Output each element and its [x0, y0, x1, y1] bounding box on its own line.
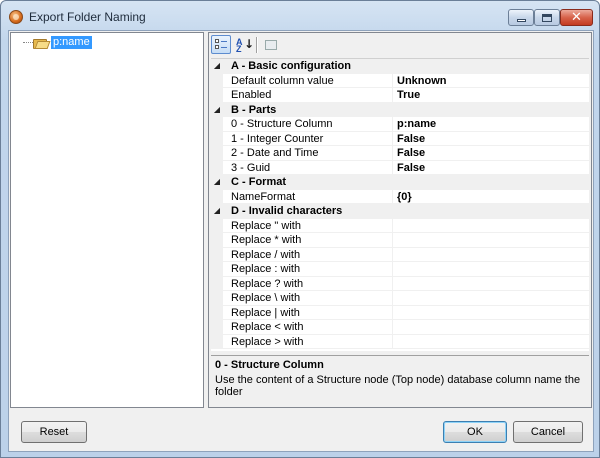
- collapse-icon[interactable]: ◢: [211, 175, 223, 190]
- property-row[interactable]: Replace : with: [211, 262, 589, 277]
- category-row[interactable]: ◢ D - Invalid characters: [211, 204, 589, 219]
- collapse-icon[interactable]: ◢: [211, 103, 223, 118]
- category-row[interactable]: ◢ C - Format: [211, 175, 589, 190]
- category-row[interactable]: ◢ B - Parts: [211, 102, 589, 118]
- collapse-icon[interactable]: ◢: [211, 59, 223, 74]
- property-value[interactable]: [393, 233, 589, 248]
- property-value[interactable]: [393, 335, 589, 349]
- reset-button[interactable]: Reset: [21, 421, 87, 443]
- property-row[interactable]: 0 - Structure Column p:name: [211, 117, 589, 132]
- property-row[interactable]: Enabled True: [211, 88, 589, 103]
- property-row[interactable]: Replace | with: [211, 305, 589, 320]
- maximize-button[interactable]: [534, 9, 560, 26]
- property-value[interactable]: [393, 248, 589, 262]
- alphabetical-sort-icon: A Z ↓: [236, 36, 255, 54]
- property-name: Replace < with: [223, 320, 393, 335]
- category-label: C - Format: [231, 176, 286, 188]
- property-name: Replace ? with: [223, 276, 393, 291]
- structure-tree[interactable]: p:name: [10, 32, 204, 408]
- property-pages-button[interactable]: [261, 35, 281, 54]
- property-value[interactable]: True: [393, 88, 589, 103]
- tree-connector-line: [23, 42, 33, 43]
- property-value[interactable]: False: [393, 146, 589, 161]
- category-label: D - Invalid characters: [231, 205, 343, 217]
- property-row[interactable]: Replace ? with: [211, 276, 589, 291]
- category-label: A - Basic configuration: [231, 60, 351, 72]
- dialog-window: Export Folder Naming ✕ p:name A Z ↓ ◢ A …: [0, 0, 600, 458]
- minimize-icon: [516, 18, 526, 22]
- property-row[interactable]: 2 - Date and Time False: [211, 146, 589, 161]
- close-icon: ✕: [571, 10, 582, 25]
- property-row[interactable]: Default column value Unknown: [211, 73, 589, 88]
- category-row[interactable]: ◢ A - Basic configuration: [211, 59, 589, 74]
- collapse-icon[interactable]: ◢: [211, 204, 223, 219]
- property-name: Replace * with: [223, 233, 393, 248]
- property-row[interactable]: Replace \ with: [211, 291, 589, 306]
- property-grid-toolbar: A Z ↓: [209, 33, 591, 57]
- property-grid: A Z ↓ ◢ A - Basic configuration Default co…: [208, 32, 592, 408]
- title-bar[interactable]: Export Folder Naming ✕: [1, 1, 599, 31]
- cancel-button[interactable]: Cancel: [513, 421, 583, 443]
- property-value[interactable]: False: [393, 161, 589, 175]
- property-name: 2 - Date and Time: [223, 146, 393, 161]
- property-name: 1 - Integer Counter: [223, 131, 393, 146]
- property-name: Default column value: [223, 73, 393, 88]
- property-row[interactable]: Replace < with: [211, 320, 589, 335]
- description-panel: 0 - Structure Column Use the content of …: [211, 355, 589, 405]
- property-name: Replace \ with: [223, 291, 393, 306]
- close-button[interactable]: ✕: [560, 9, 593, 26]
- categorized-icon: [215, 38, 227, 51]
- property-value[interactable]: [393, 291, 589, 306]
- toolbar-separator: [256, 37, 257, 53]
- property-row[interactable]: 1 - Integer Counter False: [211, 131, 589, 146]
- property-row[interactable]: Replace * with: [211, 233, 589, 248]
- category-label: B - Parts: [231, 103, 277, 116]
- property-name: Enabled: [223, 88, 393, 103]
- folder-icon: [33, 37, 51, 49]
- description-title: 0 - Structure Column: [215, 359, 324, 371]
- property-name: 3 - Guid: [223, 160, 393, 175]
- app-icon: [9, 10, 23, 24]
- property-name: Replace : with: [223, 262, 393, 277]
- alphabetical-sort-button[interactable]: A Z ↓: [233, 35, 255, 54]
- property-value[interactable]: False: [393, 132, 589, 146]
- property-value[interactable]: {0}: [393, 190, 589, 204]
- categorized-button[interactable]: [211, 35, 231, 54]
- property-value[interactable]: [393, 262, 589, 277]
- property-name: 0 - Structure Column: [223, 117, 393, 132]
- property-value[interactable]: [393, 306, 589, 320]
- property-name: Replace / with: [223, 247, 393, 262]
- dialog-client-area: p:name A Z ↓ ◢ A - Basic configuration D…: [8, 30, 594, 452]
- property-name: Replace " with: [223, 218, 393, 233]
- property-pages-icon: [265, 39, 277, 50]
- minimize-button[interactable]: [508, 9, 534, 26]
- tree-item-p-name[interactable]: p:name: [51, 36, 92, 49]
- description-text: Use the content of a Structure node (Top…: [215, 374, 581, 398]
- property-row[interactable]: Replace / with: [211, 247, 589, 262]
- property-name: Replace | with: [223, 305, 393, 320]
- property-row[interactable]: Replace > with: [211, 334, 589, 349]
- property-row[interactable]: Replace " with: [211, 218, 589, 233]
- property-row[interactable]: NameFormat {0}: [211, 189, 589, 204]
- property-value[interactable]: Unknown: [393, 74, 589, 88]
- maximize-icon: [542, 13, 552, 22]
- window-title: Export Folder Naming: [29, 10, 146, 24]
- ok-button[interactable]: OK: [443, 421, 507, 443]
- property-list: ◢ A - Basic configuration Default column…: [211, 58, 589, 351]
- property-name: Replace > with: [223, 334, 393, 349]
- property-value[interactable]: [393, 277, 589, 291]
- property-value[interactable]: [393, 219, 589, 233]
- property-value[interactable]: [393, 320, 589, 335]
- property-row[interactable]: 3 - Guid False: [211, 160, 589, 175]
- property-value[interactable]: p:name: [393, 117, 589, 132]
- property-name: NameFormat: [223, 189, 393, 204]
